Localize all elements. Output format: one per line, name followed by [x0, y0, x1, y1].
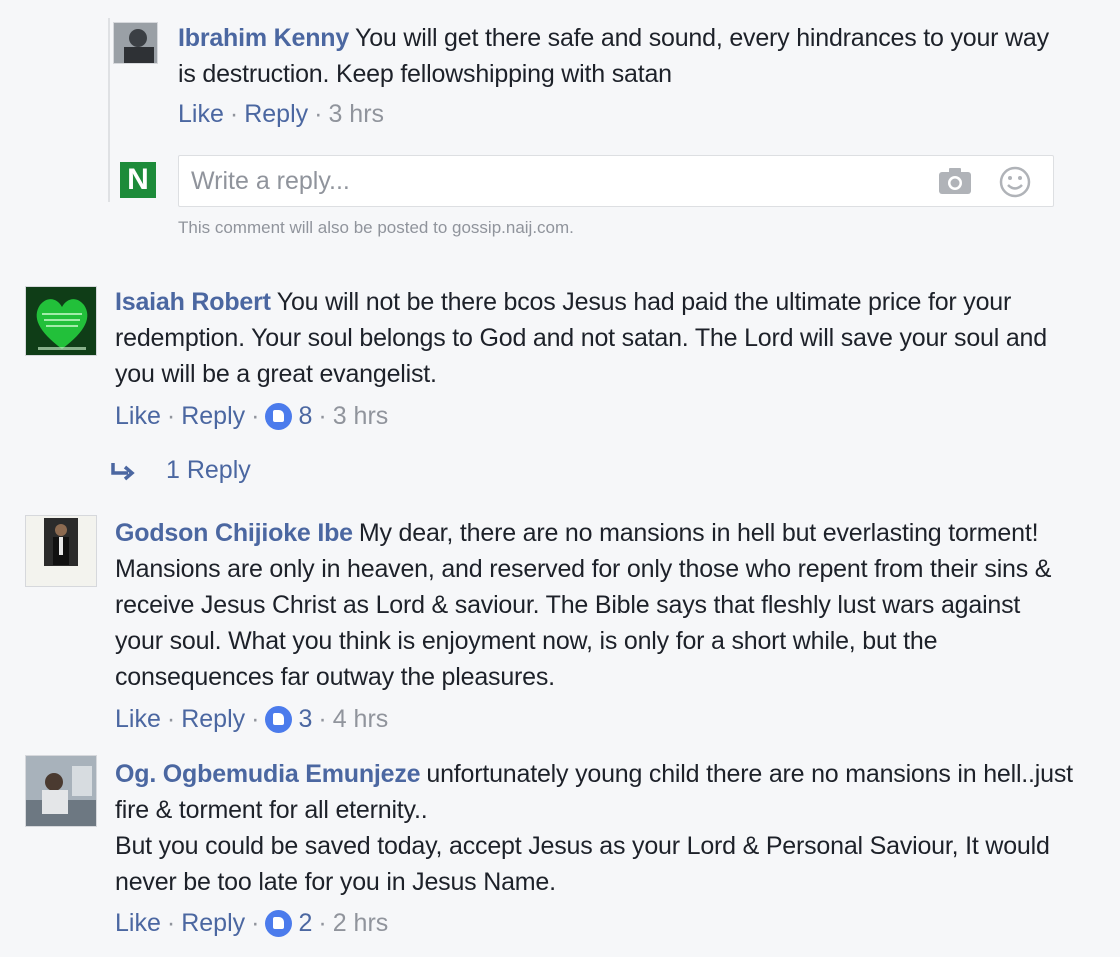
comment-author[interactable]: Og. Ogbemudia Emunjeze: [115, 760, 421, 788]
like-link[interactable]: Like: [115, 401, 161, 431]
like-link[interactable]: Like: [115, 908, 161, 938]
comment-body: Og. Ogbemudia Emunjeze unfortunately youn…: [115, 756, 1080, 828]
like-badge-icon: [265, 909, 293, 937]
separator: ·: [251, 402, 260, 430]
like-link[interactable]: Like: [115, 704, 161, 734]
like-count[interactable]: 3: [298, 704, 312, 734]
comment-author[interactable]: Godson Chijioke Ibe: [115, 519, 353, 547]
comment-actions: Like · Reply · 3 hrs: [178, 99, 384, 129]
reply-link[interactable]: Reply: [244, 99, 308, 129]
comment-author[interactable]: Ibrahim Kenny: [178, 24, 349, 52]
comment-body: Isaiah Robert You will not be there bcos …: [115, 284, 1060, 392]
separator: ·: [166, 402, 176, 430]
comment-body: Ibrahim Kenny You will get there safe and…: [178, 20, 1058, 92]
separator: ·: [318, 402, 327, 430]
timestamp[interactable]: 4 hrs: [333, 704, 389, 734]
avatar[interactable]: [25, 515, 97, 587]
avatar[interactable]: [113, 22, 158, 64]
reply-thread-line: [108, 18, 110, 202]
avatar[interactable]: [25, 755, 97, 827]
separator: ·: [251, 705, 260, 733]
comment-body: Godson Chijioke Ibe My dear, there are no…: [115, 515, 1070, 695]
separator: ·: [318, 705, 327, 733]
reply-input[interactable]: [191, 164, 911, 198]
comment-text-continued: But you could be saved today, accept Jes…: [115, 832, 1050, 896]
like-count[interactable]: 2: [298, 908, 312, 938]
reply-arrow-icon: [111, 462, 135, 480]
comment-actions: Like · Reply · 2 · 2 hrs: [115, 908, 388, 938]
posting-notice: This comment will also be posted to goss…: [178, 218, 574, 237]
like-count[interactable]: 8: [298, 401, 312, 431]
timestamp[interactable]: 3 hrs: [328, 99, 384, 129]
like-badge-icon: [265, 705, 293, 733]
camera-icon[interactable]: [938, 167, 972, 195]
view-replies-label[interactable]: 1 Reply: [166, 456, 251, 485]
timestamp[interactable]: 2 hrs: [333, 908, 389, 938]
separator: ·: [318, 909, 327, 937]
avatar[interactable]: [25, 286, 97, 356]
separator: ·: [229, 100, 239, 128]
like-badge-icon: [265, 402, 293, 430]
comment-actions: Like · Reply · 3 · 4 hrs: [115, 704, 388, 734]
timestamp[interactable]: 3 hrs: [333, 401, 389, 431]
reply-box[interactable]: [178, 155, 1054, 207]
separator: ·: [166, 909, 176, 937]
comment-actions: Like · Reply · 8 · 3 hrs: [115, 401, 388, 431]
reply-link[interactable]: Reply: [181, 704, 245, 734]
separator: ·: [251, 909, 260, 937]
reply-link[interactable]: Reply: [181, 908, 245, 938]
view-replies-link[interactable]: 1 Reply: [110, 456, 251, 485]
separator: ·: [166, 705, 176, 733]
comment-author[interactable]: Isaiah Robert: [115, 288, 271, 316]
like-link[interactable]: Like: [178, 99, 224, 129]
emoji-icon[interactable]: [998, 165, 1032, 199]
comments-page: Ibrahim Kenny You will get there safe and…: [0, 0, 1120, 957]
naij-logo: N: [120, 162, 156, 198]
separator: ·: [314, 100, 323, 128]
reply-link[interactable]: Reply: [181, 401, 245, 431]
